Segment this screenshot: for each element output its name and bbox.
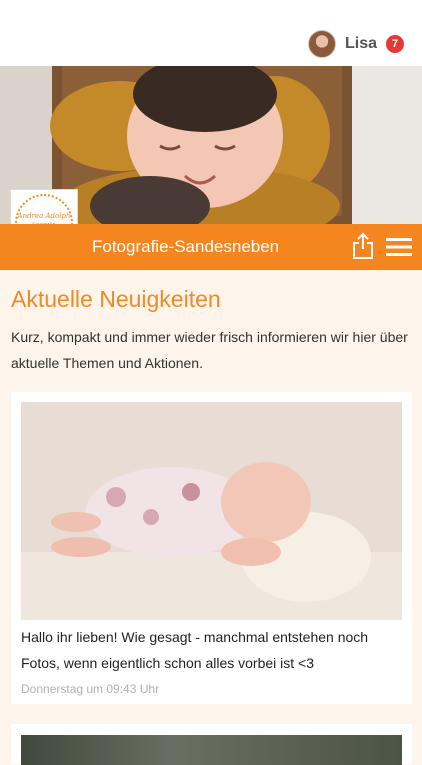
user-avatar[interactable] (307, 30, 336, 58)
post-image[interactable] (21, 735, 402, 765)
user-menu[interactable]: Lisa 7 (307, 30, 404, 58)
logo-name: Andrea Adolph (17, 211, 71, 220)
intro-text: Kurz, kompakt und immer wieder frisch in… (11, 329, 408, 371)
post-text: Hallo ihr lieben! Wie gesagt - manchmal … (21, 629, 369, 671)
post-image[interactable] (21, 402, 402, 620)
user-name[interactable]: Lisa (345, 35, 377, 53)
brand-title[interactable]: Fotografie-Sandesneben (92, 224, 279, 270)
top-bar: Lisa 7 (0, 0, 422, 66)
news-post[interactable] (11, 724, 412, 765)
notification-badge[interactable]: 7 (386, 35, 404, 53)
post-timestamp: Donnerstag um 09:43 Uhr (21, 682, 160, 696)
news-post[interactable]: Hallo ihr lieben! Wie gesagt - manchmal … (11, 392, 412, 704)
page-title: Aktuelle Neuigkeiten (11, 286, 221, 312)
brand-bar: Fotografie-Sandesneben (0, 224, 422, 270)
hamburger-menu-icon[interactable] (386, 237, 412, 257)
share-icon[interactable] (351, 232, 375, 260)
